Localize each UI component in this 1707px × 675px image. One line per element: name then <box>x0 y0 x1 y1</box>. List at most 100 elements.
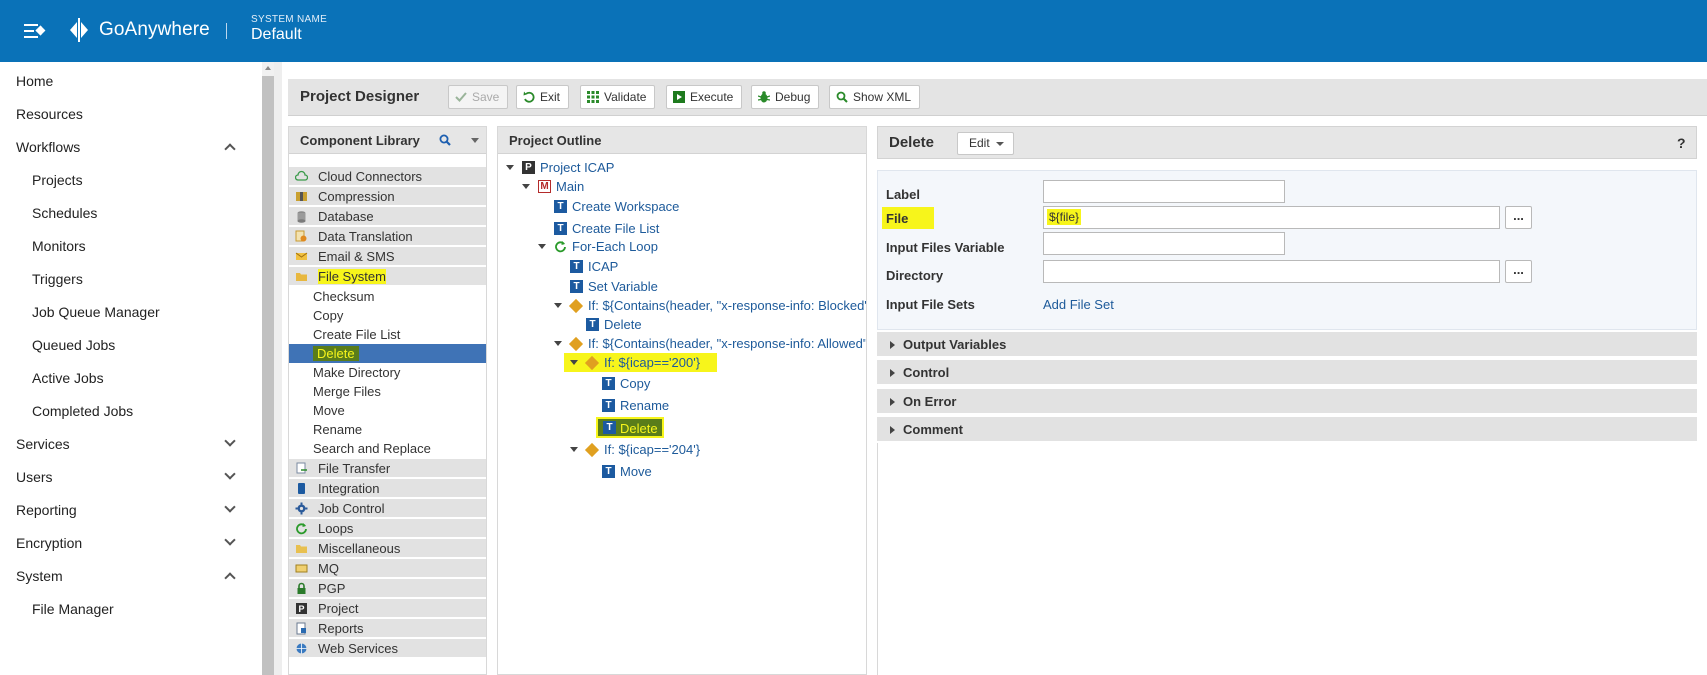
email-icon <box>295 252 308 260</box>
expand-toggle-icon[interactable] <box>554 341 562 346</box>
tree-node-if[interactable]: If: ${Contains(header, "x-response-info:… <box>554 296 866 315</box>
tree-node-task[interactable]: T Create Workspace <box>554 197 754 216</box>
category-miscellaneous[interactable]: Miscellaneous <box>289 539 486 558</box>
tree-node-delete-selected[interactable]: T Delete <box>596 417 664 438</box>
tree-node-if[interactable]: If: ${icap=='204'} <box>570 440 770 459</box>
category-file-system[interactable]: File System <box>289 267 486 286</box>
tree-node-project[interactable]: P Project ICAP <box>506 158 706 177</box>
category-cloud-connectors[interactable]: Cloud Connectors <box>289 167 486 186</box>
nav-active-jobs[interactable]: Active Jobs <box>0 363 240 393</box>
component-rename[interactable]: Rename <box>289 420 486 439</box>
nav-workflows[interactable]: Workflows <box>0 132 240 162</box>
category-email-sms[interactable]: Email & SMS <box>289 247 486 266</box>
loop-icon <box>296 523 307 535</box>
nav-label: Home <box>16 73 54 89</box>
component-make-directory[interactable]: Make Directory <box>289 363 486 382</box>
nav-monitors[interactable]: Monitors <box>0 231 240 261</box>
search-icon[interactable] <box>439 134 451 146</box>
node-label: Set Variable <box>588 279 658 294</box>
nav-home[interactable]: Home <box>0 66 240 96</box>
category-file-transfer[interactable]: File Transfer <box>289 459 486 478</box>
nav-services[interactable]: Services <box>0 429 240 459</box>
nav-resources[interactable]: Resources <box>0 99 240 129</box>
nav-triggers[interactable]: Triggers <box>0 264 240 294</box>
nav-file-manager[interactable]: File Manager <box>0 594 240 624</box>
nav-users[interactable]: Users <box>0 462 240 492</box>
file-input[interactable]: ${file} <box>1043 206 1500 229</box>
nav-encryption[interactable]: Encryption <box>0 528 240 558</box>
category-pgp[interactable]: PGP <box>289 579 486 598</box>
menu-collapse-icon[interactable] <box>24 22 46 40</box>
edit-menu-button[interactable]: Edit <box>957 132 1014 155</box>
tree-node-task[interactable]: T Delete <box>586 315 786 334</box>
category-job-control[interactable]: Job Control <box>289 499 486 518</box>
component-delete[interactable]: Delete <box>289 344 486 363</box>
category-mq[interactable]: MQ <box>289 559 486 578</box>
tree-node-task[interactable]: T Move <box>602 462 802 481</box>
category-database[interactable]: Database <box>289 207 486 226</box>
scroll-thumb[interactable] <box>262 76 274 675</box>
tree-node-task[interactable]: T Set Variable <box>570 277 770 296</box>
nav-job-queue-manager[interactable]: Job Queue Manager <box>0 297 240 327</box>
category-data-translation[interactable]: Data Translation <box>289 227 486 246</box>
category-integration[interactable]: Integration <box>289 479 486 498</box>
save-button[interactable]: Save <box>448 85 509 109</box>
label-input[interactable] <box>1043 180 1285 203</box>
debug-button[interactable]: Debug <box>751 85 820 109</box>
section-on-error[interactable]: On Error <box>877 389 1697 414</box>
library-menu-caret-icon[interactable] <box>471 138 479 143</box>
directory-input[interactable] <box>1043 260 1500 283</box>
expand-toggle-icon[interactable] <box>522 184 530 189</box>
expand-toggle-icon[interactable] <box>570 447 578 452</box>
category-web-services[interactable]: Web Services <box>289 639 486 658</box>
category-compression[interactable]: Compression <box>289 187 486 206</box>
expand-toggle-icon[interactable] <box>554 303 562 308</box>
show-xml-button[interactable]: Show XML <box>829 85 921 109</box>
category-project[interactable]: P Project <box>289 599 486 618</box>
nav-projects[interactable]: Projects <box>0 165 240 195</box>
input-files-variable-input[interactable] <box>1043 232 1285 255</box>
expand-toggle-icon[interactable] <box>538 244 546 249</box>
category-loops[interactable]: Loops <box>289 519 486 538</box>
expand-toggle-icon[interactable] <box>570 360 578 365</box>
category-label: Project <box>318 601 359 616</box>
section-control[interactable]: Control <box>877 360 1697 385</box>
nav-completed-jobs[interactable]: Completed Jobs <box>0 396 240 426</box>
file-browse-button[interactable]: ... <box>1505 206 1532 229</box>
tree-node-if[interactable]: If: ${Contains(header, "x-response-info:… <box>554 334 867 353</box>
validate-button[interactable]: Validate <box>580 85 656 109</box>
component-merge-files[interactable]: Merge Files <box>289 382 486 401</box>
bug-icon <box>758 91 770 103</box>
nav-scrollbar[interactable] <box>262 62 274 675</box>
component-create-file-list[interactable]: Create File List <box>289 325 486 344</box>
component-checksum[interactable]: Checksum <box>289 287 486 306</box>
component-move[interactable]: Move <box>289 401 486 420</box>
directory-browse-button[interactable]: ... <box>1505 260 1532 283</box>
tree-node-loop[interactable]: For-Each Loop <box>538 237 738 256</box>
component-search-and-replace[interactable]: Search and Replace <box>289 439 486 458</box>
expand-arrow-icon <box>890 341 895 349</box>
nav-schedules[interactable]: Schedules <box>0 198 240 228</box>
section-comment[interactable]: Comment <box>877 417 1697 442</box>
scroll-up-arrow-icon[interactable] <box>265 66 271 70</box>
expand-arrow-icon <box>890 398 895 406</box>
tree-node-if-selected[interactable]: If: ${icap=='200'} <box>564 353 717 372</box>
tree-node-task[interactable]: T Rename <box>602 396 802 415</box>
component-copy[interactable]: Copy <box>289 306 486 325</box>
help-button[interactable]: ? <box>1677 135 1686 151</box>
section-output-variables[interactable]: Output Variables <box>877 332 1697 357</box>
tree-node-task[interactable]: T ICAP <box>570 257 770 276</box>
add-file-set-link[interactable]: Add File Set <box>1043 297 1114 312</box>
execute-button[interactable]: Execute <box>666 85 743 109</box>
tree-node-main[interactable]: M Main <box>522 177 722 196</box>
node-label: If: ${Contains(header, "x-response-info:… <box>588 336 867 351</box>
nav-reporting[interactable]: Reporting <box>0 495 240 525</box>
system-name-value: Default <box>251 26 302 43</box>
tree-node-task[interactable]: T Copy <box>602 374 802 393</box>
category-reports[interactable]: Reports <box>289 619 486 638</box>
nav-queued-jobs[interactable]: Queued Jobs <box>0 330 240 360</box>
nav-system[interactable]: System <box>0 561 240 591</box>
exit-button[interactable]: Exit <box>516 85 570 109</box>
tree-node-task[interactable]: T Create File List <box>554 219 754 238</box>
expand-toggle-icon[interactable] <box>506 165 514 170</box>
